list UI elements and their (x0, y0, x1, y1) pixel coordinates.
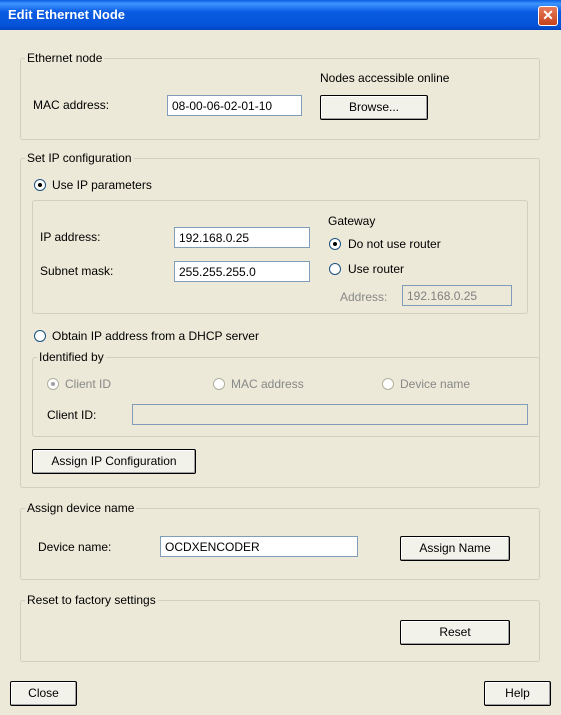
device-name-field[interactable]: OCDXENCODER (160, 536, 358, 557)
dhcp-radio[interactable] (34, 330, 46, 342)
assign-device-name-legend: Assign device name (25, 501, 137, 515)
client-id-radio-label: Client ID (65, 377, 112, 391)
nodes-online-label: Nodes accessible online (320, 71, 450, 85)
identified-by-legend: Identified by (37, 350, 106, 364)
title-bar[interactable]: Edit Ethernet Node ✕ (0, 0, 561, 30)
reset-button[interactable]: Reset (400, 620, 510, 645)
client-id-field (132, 404, 528, 425)
client-id-label: Client ID: (47, 408, 97, 422)
assign-ip-configuration-button[interactable]: Assign IP Configuration (32, 449, 196, 474)
use-router-radio[interactable] (329, 263, 341, 275)
use-router-label[interactable]: Use router (348, 262, 404, 276)
gateway-label: Gateway (328, 214, 376, 228)
router-address-field: 192.168.0.25 (402, 285, 512, 306)
edit-ethernet-node-dialog: Edit Ethernet Node ✕ Ethernet node Nodes… (0, 0, 561, 715)
assign-name-button[interactable]: Assign Name (400, 536, 510, 561)
mac-address-radio (213, 378, 225, 390)
router-address-label: Address: (340, 290, 388, 304)
identified-by-group: Identified by (32, 350, 540, 437)
mac-address-label: MAC address: (33, 98, 110, 112)
device-name-radio-label: Device name (400, 377, 471, 391)
subnet-mask-label: Subnet mask: (40, 264, 114, 278)
client-id-radio (47, 378, 59, 390)
dhcp-label[interactable]: Obtain IP address from a DHCP server (52, 329, 259, 343)
mac-address-radio-label: MAC address (231, 377, 304, 391)
mac-address-field[interactable]: 08-00-06-02-01-10 (167, 95, 302, 116)
ip-address-label: IP address: (40, 230, 101, 244)
do-not-use-router-radio[interactable] (329, 238, 341, 250)
use-ip-parameters-radio[interactable] (34, 179, 46, 191)
ethernet-node-legend: Ethernet node (25, 51, 105, 65)
device-name-label: Device name: (38, 540, 112, 554)
help-button[interactable]: Help (484, 681, 551, 706)
device-name-radio (382, 378, 394, 390)
close-icon[interactable]: ✕ (538, 6, 558, 26)
window-title: Edit Ethernet Node (8, 7, 126, 22)
ip-address-field[interactable]: 192.168.0.25 (174, 227, 310, 248)
use-ip-parameters-label[interactable]: Use IP parameters (52, 178, 152, 192)
close-button[interactable]: Close (10, 681, 77, 706)
do-not-use-router-label[interactable]: Do not use router (348, 237, 441, 251)
factory-reset-legend: Reset to factory settings (25, 593, 158, 607)
subnet-mask-field[interactable]: 255.255.255.0 (174, 261, 310, 282)
ip-configuration-legend: Set IP configuration (25, 151, 134, 165)
browse-button[interactable]: Browse... (320, 95, 428, 120)
